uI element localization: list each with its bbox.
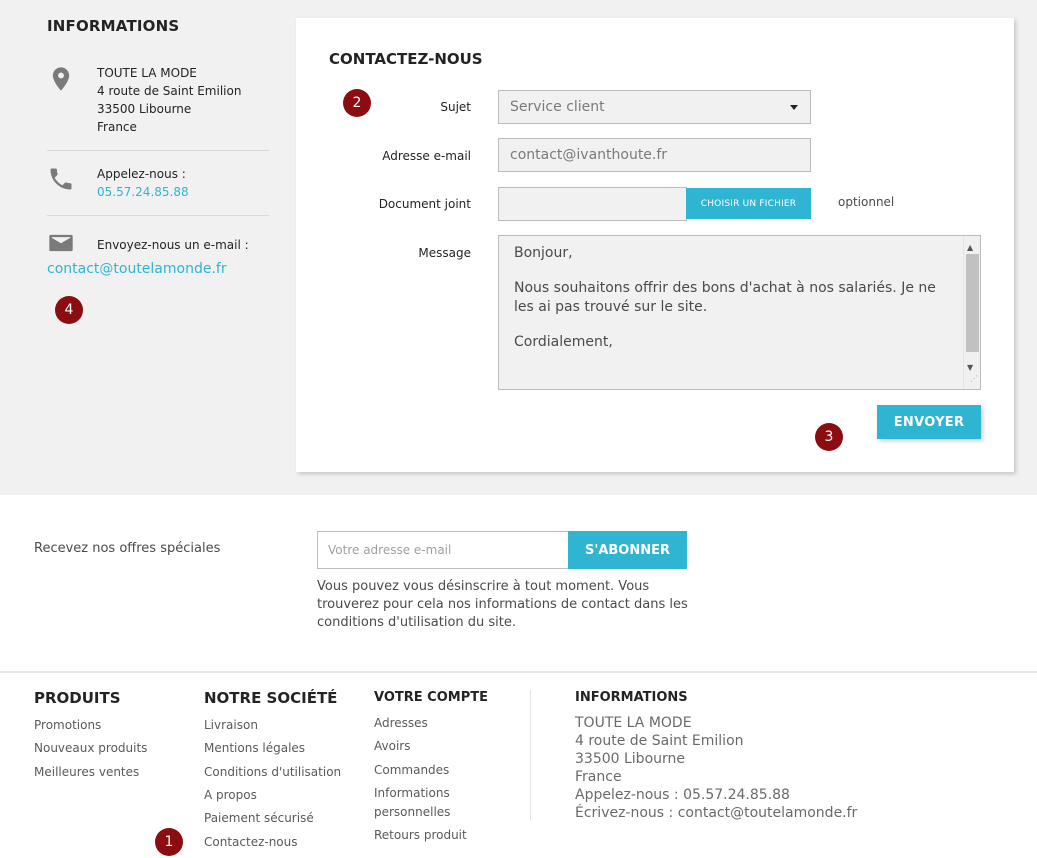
footer-info-line: 4 route de Saint Emilion [575, 733, 744, 749]
phone-link[interactable]: 05.57.24.85.88 [97, 183, 189, 201]
address-block: TOUTE LA MODE 4 route de Saint Emilion 3… [47, 62, 269, 142]
address-line: 33500 Libourne [97, 102, 192, 116]
address-line: 4 route de Saint Emilion [97, 84, 242, 98]
email-link[interactable]: contact@toutelamonde.fr [47, 260, 227, 278]
message-paragraph: Nous souhaitons offrir des bons d'achat … [514, 280, 936, 315]
resize-handle-icon[interactable]: ⋰ [970, 369, 978, 388]
message-scrollbar[interactable]: ▲ ▼ [963, 236, 980, 389]
email-field-value: contact@ivanthoute.fr [510, 147, 668, 163]
footer-link[interactable]: Paiement sécurisé [204, 809, 314, 828]
footer-link[interactable]: personnelles [374, 803, 450, 822]
address-line: France [97, 120, 137, 134]
footer-link[interactable]: A propos [204, 786, 257, 805]
send-button[interactable]: ENVOYER [877, 405, 981, 439]
message-label: Message [418, 246, 471, 260]
message-textarea[interactable]: Bonjour, Nous souhaitons offrir des bons… [498, 235, 981, 390]
subject-label: Sujet [440, 100, 471, 114]
subscribe-button[interactable]: S'ABONNER [568, 531, 687, 569]
footer-info: INFORMATIONS [575, 690, 688, 705]
scroll-thumb[interactable] [966, 254, 979, 352]
divider [47, 150, 269, 151]
footer-link[interactable]: Informations [374, 784, 450, 803]
attachment-field[interactable] [498, 187, 687, 221]
newsletter-note: Vous pouvez vous désinscrire à tout mome… [317, 579, 688, 630]
footer-company-title: NOTRE SOCIÉTÉ [204, 689, 338, 707]
footer-link[interactable]: Promotions [34, 716, 101, 735]
footer-link[interactable]: Adresses [374, 714, 428, 733]
footer-info-line: 33500 Libourne [575, 751, 685, 767]
email-field[interactable]: contact@ivanthoute.fr [498, 138, 811, 172]
footer-link[interactable]: Nouveaux produits [34, 739, 147, 758]
footer-products-title: PRODUITS [34, 689, 121, 707]
marker-badge: 1 [155, 828, 183, 856]
attachment-label: Document joint [378, 197, 471, 211]
footer-info-line: France [575, 769, 622, 785]
message-paragraph: Cordialement, [514, 334, 613, 350]
footer-vertical-divider [530, 690, 531, 820]
footer-info-lines: TOUTE LA MODE 4 route de Saint Emilion 3… [575, 714, 857, 822]
caret-down-icon [790, 105, 798, 110]
email-block: Envoyez-nous un e-mail : contact@toutela… [47, 228, 269, 288]
call-label: Appelez-nous : [97, 167, 186, 181]
subject-value: Service client [510, 99, 605, 115]
footer-link[interactable]: Retours produit [374, 826, 467, 845]
newsletter-label: Recevez nos offres spéciales [34, 541, 221, 556]
subject-select[interactable]: Service client [498, 90, 811, 124]
footer-account: VOTRE COMPTE [374, 690, 488, 705]
marker-badge: 4 [55, 296, 83, 324]
footer-products: PRODUITS [34, 689, 121, 707]
choose-file-button[interactable]: CHOISIR UN FICHIER [686, 188, 811, 219]
location-pin-icon [52, 67, 70, 91]
email-field-label: Adresse e-mail [382, 149, 471, 163]
marker-badge: 2 [343, 89, 371, 117]
message-paragraph: Bonjour, [514, 245, 573, 261]
footer-info-line: Écrivez-nous : contact@toutelamonde.fr [575, 805, 858, 821]
footer-account-title: VOTRE COMPTE [374, 690, 488, 705]
optional-label: optionnel [838, 195, 895, 209]
footer-link[interactable]: Mentions légales [204, 739, 305, 758]
footer-link[interactable]: Avoirs [374, 737, 410, 756]
footer-link[interactable]: Livraison [204, 716, 258, 735]
form-title: CONTACTEZ-NOUS [329, 50, 483, 68]
contact-form-card: CONTACTEZ-NOUS Sujet Service client Adre… [296, 18, 1014, 472]
divider [47, 215, 269, 216]
footer-company: NOTRE SOCIÉTÉ [204, 689, 337, 707]
phone-block: Appelez-nous : 05.57.24.85.88 [47, 163, 269, 203]
newsletter-email-input[interactable]: Votre adresse e-mail [317, 531, 569, 569]
footer-link[interactable]: Commandes [374, 761, 449, 780]
footer-link[interactable]: Contactez-nous [204, 833, 298, 852]
phone-icon [50, 168, 72, 190]
info-title: INFORMATIONS [47, 17, 180, 35]
footer-info-line: Appelez-nous : 05.57.24.85.88 [575, 787, 790, 803]
footer-divider [0, 671, 1037, 673]
email-label: Envoyez-nous un e-mail : [97, 238, 249, 252]
footer-info-title: INFORMATIONS [575, 690, 688, 705]
address-line: TOUTE LA MODE [97, 66, 197, 80]
footer-link[interactable]: Conditions d'utilisation [204, 763, 341, 782]
marker-badge: 3 [815, 423, 843, 451]
mail-icon [49, 234, 73, 252]
footer-info-line: TOUTE LA MODE [575, 715, 692, 731]
footer-link[interactable]: Meilleures ventes [34, 763, 139, 782]
